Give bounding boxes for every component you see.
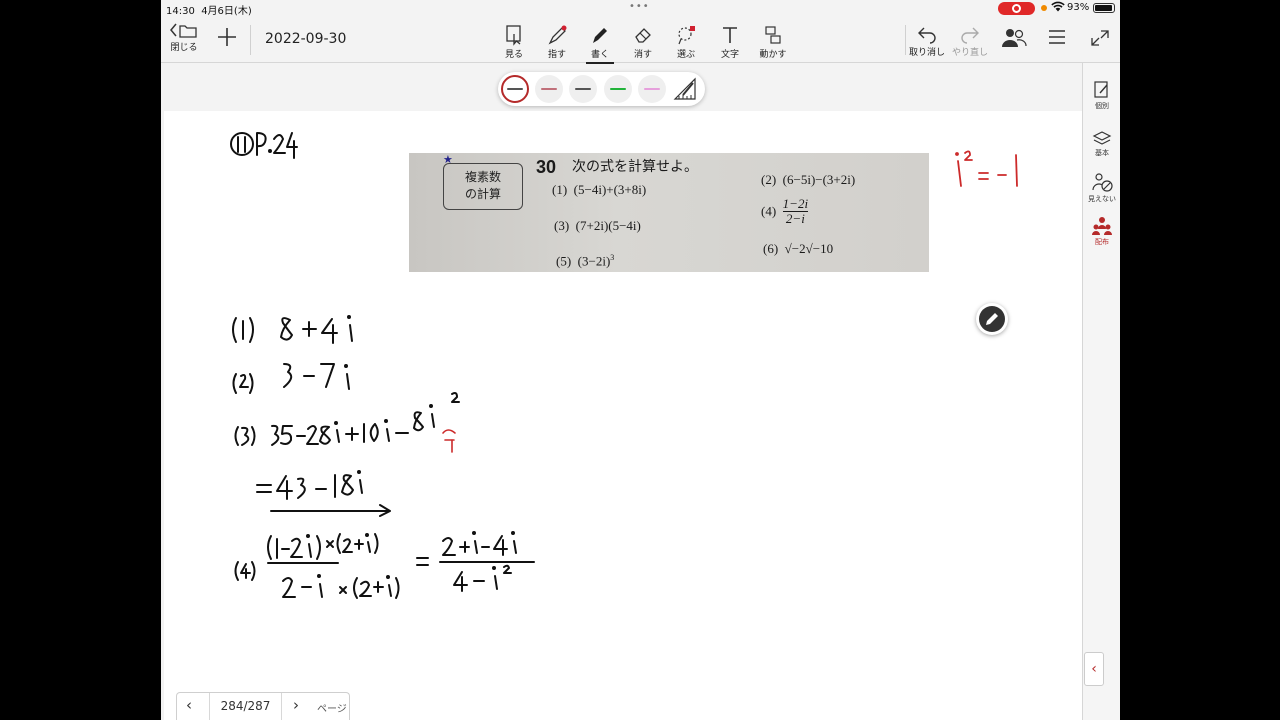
hamburger-menu-icon bbox=[1049, 30, 1065, 44]
pencil-floating-button[interactable] bbox=[976, 303, 1008, 335]
tool-text[interactable]: 文字 bbox=[716, 24, 744, 60]
tool-point[interactable]: 指す bbox=[543, 24, 571, 60]
status-bar: 14:30 4月6日(木) ••• 93% bbox=[161, 0, 1120, 17]
pen-color-gray[interactable] bbox=[569, 75, 597, 103]
panel-collapse-button[interactable]: ‹ bbox=[1084, 652, 1104, 686]
pen-color-gray-selected[interactable] bbox=[501, 75, 529, 103]
next-page-button[interactable]: › bbox=[293, 696, 299, 714]
distribute-icon bbox=[1092, 217, 1112, 235]
document-title[interactable]: 2022-09-30 bbox=[265, 31, 346, 47]
plus-icon bbox=[218, 28, 236, 46]
users-icon bbox=[1002, 29, 1027, 47]
tool-move[interactable]: 動かす bbox=[757, 24, 789, 60]
ink-answer-1 bbox=[232, 315, 353, 344]
tool-write[interactable]: 書く bbox=[586, 24, 614, 64]
ink-identity bbox=[955, 150, 1018, 187]
ink-answer-2 bbox=[232, 363, 350, 394]
divider bbox=[281, 693, 282, 720]
page-label: ページ bbox=[317, 704, 347, 715]
undo-icon bbox=[918, 27, 936, 44]
folder-back-icon bbox=[170, 23, 197, 38]
wifi-icon bbox=[1051, 1, 1065, 15]
users-button[interactable] bbox=[1001, 27, 1027, 49]
mic-indicator bbox=[1041, 5, 1047, 11]
pen-color-red[interactable] bbox=[535, 75, 563, 103]
expand-icon bbox=[1091, 30, 1109, 46]
tool-view[interactable]: 見る bbox=[500, 24, 528, 60]
text-icon bbox=[723, 27, 737, 43]
divider bbox=[905, 25, 906, 55]
pen-icon bbox=[593, 28, 607, 43]
tool-erase[interactable]: 消す bbox=[629, 24, 657, 60]
handwritten-ink bbox=[230, 132, 1018, 599]
fullscreen-button[interactable] bbox=[1090, 29, 1110, 47]
layers-icon bbox=[1092, 131, 1112, 145]
menu-button[interactable] bbox=[1047, 28, 1067, 46]
hidden-users-icon bbox=[1092, 173, 1113, 192]
page-counter[interactable]: 284/287 bbox=[210, 699, 281, 713]
battery-icon bbox=[1093, 3, 1115, 13]
side-distribute-button[interactable]: 配布 bbox=[1083, 215, 1120, 247]
multitask-dots[interactable]: ••• bbox=[629, 1, 650, 12]
side-individual-button[interactable]: 個別 bbox=[1083, 79, 1120, 111]
lasso-icon bbox=[678, 26, 695, 45]
prev-page-button[interactable]: ‹ bbox=[186, 696, 192, 714]
divider bbox=[250, 25, 251, 55]
ipad-screen: 14:30 4月6日(木) ••• 93% 閉じる 2022-09-30 見る … bbox=[161, 0, 1120, 720]
battery-percentage: 93% bbox=[1067, 2, 1090, 13]
redo-icon bbox=[961, 27, 979, 44]
ruler-pen-icon[interactable] bbox=[673, 77, 697, 101]
ink-annotation-red bbox=[442, 429, 456, 453]
screen-record-indicator bbox=[998, 2, 1035, 15]
side-basic-button[interactable]: 基本 bbox=[1083, 126, 1120, 158]
tool-select[interactable]: 選ぶ bbox=[672, 24, 700, 60]
status-time: 14:30 4月6日(木) bbox=[166, 6, 252, 17]
redo-button[interactable]: やり直し bbox=[950, 24, 990, 58]
view-icon bbox=[506, 25, 521, 46]
notebook-page[interactable]: ★ 複素数 の計算 30 次の式を計算せよ。 (1) (5−4i)+(3+8i) … bbox=[164, 111, 1082, 720]
side-hidden-button[interactable]: 見えない bbox=[1083, 170, 1120, 204]
ink-answer-4 bbox=[234, 531, 535, 599]
toolbar: 閉じる 2022-09-30 見る 指す 書く 消す 選ぶ 文字 動かす 取り消… bbox=[161, 17, 1120, 64]
page-navigator: ‹ 284/287 › ページ bbox=[176, 692, 350, 720]
individual-icon bbox=[1094, 81, 1108, 98]
pen-palette-bar bbox=[161, 63, 1081, 111]
undo-button[interactable]: 取り消し bbox=[907, 24, 947, 58]
eraser-icon bbox=[635, 28, 651, 43]
ink-page-reference bbox=[230, 132, 298, 159]
close-button[interactable]: 閉じる bbox=[167, 21, 201, 53]
move-icon bbox=[765, 26, 781, 44]
add-page-button[interactable] bbox=[215, 25, 239, 49]
pen-color-pink[interactable] bbox=[638, 75, 666, 103]
pencil-icon bbox=[986, 313, 998, 325]
ink-answer-3 bbox=[234, 392, 460, 446]
laser-pointer-icon bbox=[548, 25, 567, 45]
side-panel: 個別 基本 見えない 配布 bbox=[1082, 63, 1120, 720]
ink-answer-3-result bbox=[256, 470, 391, 517]
pen-palette bbox=[498, 72, 705, 106]
pen-color-green[interactable] bbox=[604, 75, 632, 103]
